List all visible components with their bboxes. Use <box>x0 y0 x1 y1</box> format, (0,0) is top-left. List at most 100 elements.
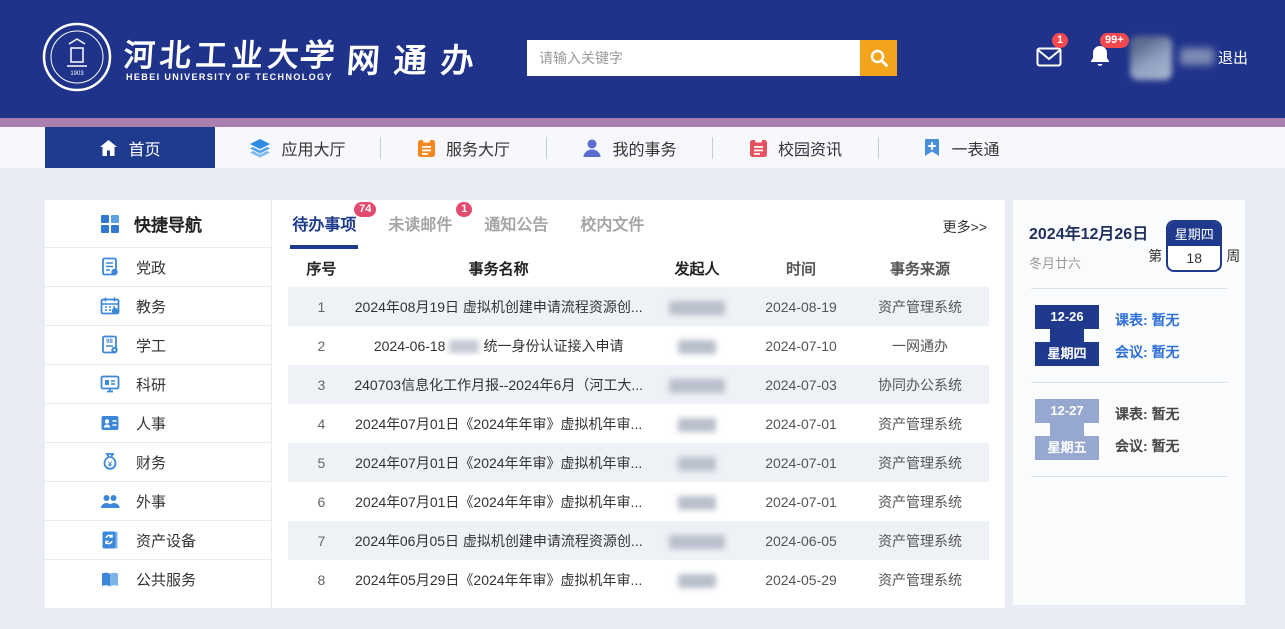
user-avatar[interactable] <box>1130 36 1172 80</box>
course-line: 课表: 暂无 <box>1115 404 1180 424</box>
col-header-no: 序号 <box>288 258 354 279</box>
nav-item-service-hall[interactable]: 服务大厅 <box>381 127 546 168</box>
money-bag-icon: ¥ <box>100 452 120 472</box>
schedule-weekday: 星期四 <box>1035 342 1099 366</box>
date-block-connector <box>1050 423 1084 436</box>
nav-item-my-affairs[interactable]: 我的事务 <box>547 127 712 168</box>
table-row[interactable]: 5 2024年07月01日《2024年年审》虚拟机年审... 2024-07-0… <box>288 443 989 482</box>
sidebar-item-party[interactable]: 党政 <box>45 248 271 287</box>
tab-label: 待办事项 <box>292 217 356 234</box>
table-row[interactable]: 4 2024年07月01日《2024年年审》虚拟机年审... 2024-07-0… <box>288 404 989 443</box>
sidebar-item-public[interactable]: 公共服务 <box>45 560 271 599</box>
open-book-icon <box>100 570 120 590</box>
id-badge-icon <box>100 413 120 433</box>
tab-mail-badge: 1 <box>456 202 472 217</box>
initiator-redacted <box>669 379 725 393</box>
date-block: 12-27 星期五 <box>1035 399 1099 460</box>
sidebar-item-label: 资产设备 <box>136 530 196 551</box>
tab-notices[interactable]: 通知公告 <box>482 211 550 249</box>
task-name: 2024年06月05日 虚拟机创建申请流程资源创... <box>354 531 643 551</box>
schedule-weekday: 星期五 <box>1035 436 1099 460</box>
col-header-source: 事务来源 <box>851 258 989 279</box>
sidebar-item-academic[interactable]: 教务 <box>45 287 271 326</box>
sidebar-item-label: 外事 <box>136 491 166 512</box>
meeting-line: 会议: 暂无 <box>1115 436 1180 456</box>
nav-item-home[interactable]: 首页 <box>45 127 215 168</box>
sidebar-item-label: 学工 <box>136 335 166 356</box>
schedule-entry-tomorrow: 12-27 星期五 课表: 暂无 会议: 暂无 <box>1029 399 1229 460</box>
nav-item-campus-news[interactable]: 校园资讯 <box>713 127 878 168</box>
col-header-time: 时间 <box>751 258 851 279</box>
weekday-week-pill: 星期四 18 <box>1166 220 1222 272</box>
divider <box>1031 476 1227 477</box>
quick-nav-sidebar: 快捷导航 党政 教务 <box>45 200 272 608</box>
tab-label: 通知公告 <box>484 217 548 234</box>
table-row[interactable]: 1 2024年08月19日 虚拟机创建申请流程资源创... 2024-08-19… <box>288 287 989 326</box>
page-content: 快捷导航 党政 教务 <box>45 200 1245 608</box>
schedule-date: 12-26 <box>1035 305 1099 329</box>
logout-button[interactable]: 退出 <box>1218 47 1248 68</box>
calendar-lunar-date: 冬月廿六 <box>1029 253 1148 272</box>
university-seal-logo: 1903 <box>42 22 112 92</box>
sidebar-item-hr[interactable]: 人事 <box>45 404 271 443</box>
document-gear-icon: 98 <box>100 335 120 355</box>
mail-icon[interactable] <box>1036 46 1062 68</box>
tab-todo[interactable]: 待办事项 74 <box>290 211 358 249</box>
nav-item-app-hall[interactable]: 应用大厅 <box>215 127 380 168</box>
table-row[interactable]: 3 240703信息化工作月报--2024年6月（河工大... 2024-07-… <box>288 365 989 404</box>
week-number: 18 <box>1168 246 1220 270</box>
divider <box>1031 288 1227 289</box>
sidebar-item-label: 科研 <box>136 374 166 395</box>
schedule-entry-today: 12-26 星期四 课表: 暂无 会议: 暂无 <box>1029 305 1229 366</box>
task-name: 2024年05月29日《2024年年审》虚拟机年审... <box>354 570 643 590</box>
user-icon <box>582 138 602 158</box>
book-sync-icon <box>100 530 120 550</box>
svg-text:98: 98 <box>106 339 113 345</box>
task-name: 2024-06-18统一身份认证接入申请 <box>354 336 643 356</box>
calendar-header: 2024年12月26日 冬月廿六 第 星期四 18 周 <box>1029 220 1229 272</box>
name-redacted <box>449 340 479 353</box>
search-box <box>527 40 897 76</box>
date-block: 12-26 星期四 <box>1035 305 1099 366</box>
tab-todo-badge: 74 <box>354 202 376 217</box>
table-row[interactable]: 2 2024-06-18统一身份认证接入申请 2024-07-10 一网通办 <box>288 326 989 365</box>
more-link[interactable]: 更多>> <box>943 217 987 249</box>
sidebar-item-student[interactable]: 98 学工 <box>45 326 271 365</box>
meeting-line: 会议: 暂无 <box>1115 342 1180 362</box>
sidebar-item-finance[interactable]: ¥ 财务 <box>45 443 271 482</box>
search-button[interactable] <box>860 40 897 76</box>
week-indicator: 第 星期四 18 周 <box>1148 220 1240 272</box>
tab-unread-mail[interactable]: 未读邮件 1 <box>386 211 454 249</box>
sidebar-item-research[interactable]: 科研 <box>45 365 271 404</box>
table-row[interactable]: 6 2024年07月01日《2024年年审》虚拟机年审... 2024-07-0… <box>288 482 989 521</box>
search-input[interactable] <box>527 40 860 76</box>
svg-text:1903: 1903 <box>70 71 84 77</box>
task-name: 240703信息化工作月报--2024年6月（河工大... <box>354 375 643 395</box>
table-row[interactable]: 7 2024年06月05日 虚拟机创建申请流程资源创... 2024-06-05… <box>288 521 989 560</box>
tab-campus-files[interactable]: 校内文件 <box>578 211 646 249</box>
header-divider-strip <box>0 118 1285 127</box>
bell-badge: 99+ <box>1100 33 1129 48</box>
col-header-name: 事务名称 <box>354 258 643 279</box>
nav-label: 应用大厅 <box>281 136 345 160</box>
table-row[interactable]: 8 2024年05月29日《2024年年审》虚拟机年审... 2024-05-2… <box>288 560 989 599</box>
layers-icon <box>249 138 271 158</box>
grid-icon <box>100 214 120 234</box>
sidebar-item-assets[interactable]: 资产设备 <box>45 521 271 560</box>
sidebar-title-label: 快捷导航 <box>134 211 202 236</box>
tabs-row: 待办事项 74 未读邮件 1 通知公告 校内文件 更多>> <box>288 200 989 249</box>
sidebar-item-label: 公共服务 <box>136 569 196 590</box>
task-name: 2024年07月01日《2024年年审》虚拟机年审... <box>354 453 643 473</box>
calendar-panel: 2024年12月26日 冬月廿六 第 星期四 18 周 12-26 星期四 课表… <box>1013 200 1245 605</box>
clipboard-red-icon <box>749 138 768 158</box>
search-icon <box>869 48 889 68</box>
nav-label: 一表通 <box>951 136 999 160</box>
week-suffix: 周 <box>1226 246 1240 272</box>
sidebar-item-foreign[interactable]: 外事 <box>45 482 271 521</box>
divider <box>1031 382 1227 383</box>
nav-label: 我的事务 <box>612 136 676 160</box>
nav-label: 校园资讯 <box>778 136 842 160</box>
top-header: 1903 河北工业大学 HEBEI UNIVERSITY OF TECHNOLO… <box>0 0 1285 118</box>
nav-item-one-form[interactable]: 一表通 <box>879 127 1044 168</box>
date-block-connector <box>1050 329 1084 342</box>
